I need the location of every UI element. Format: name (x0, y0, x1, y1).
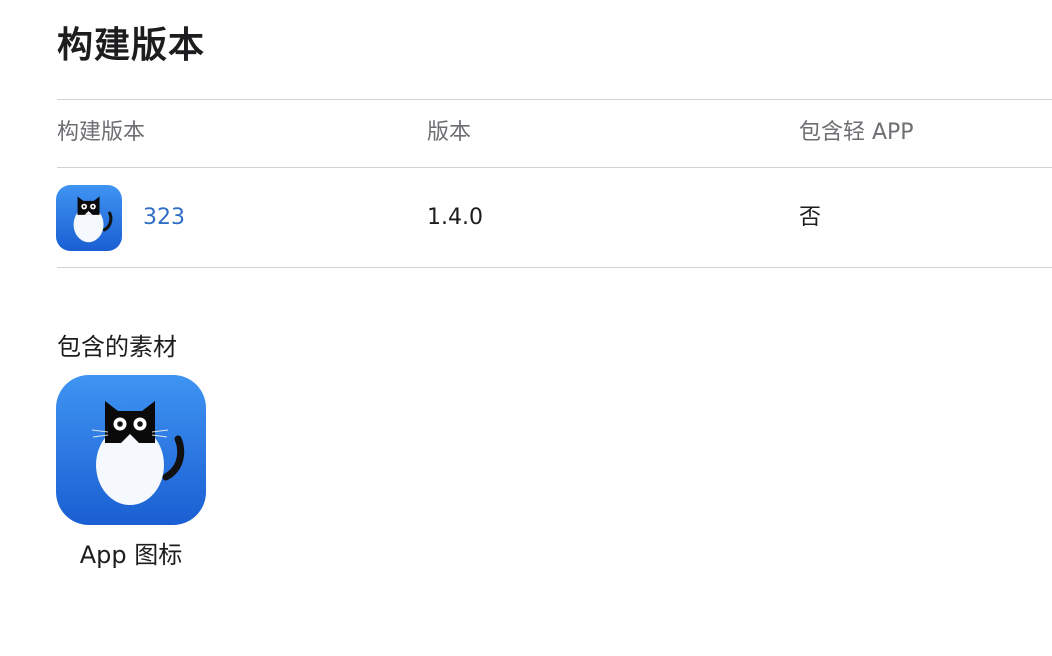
divider-bottom (57, 267, 1052, 268)
page-title: 构建版本 (57, 25, 206, 66)
column-header-build[interactable]: 构建版本 (57, 118, 145, 148)
divider-header (57, 167, 1052, 168)
asset-app-icon[interactable]: App 图标 (56, 375, 206, 571)
app-icon (56, 375, 206, 525)
divider-top (57, 99, 1052, 100)
app-icon (56, 185, 122, 251)
section-title-assets: 包含的素材 (57, 333, 177, 361)
app-clip-cell: 否 (799, 205, 822, 230)
column-header-version[interactable]: 版本 (427, 118, 471, 148)
asset-label: App 图标 (79, 541, 183, 569)
column-header-app-clip[interactable]: 包含轻 APP (799, 118, 914, 148)
build-number-link[interactable]: 323 (143, 203, 185, 233)
version-cell: 1.4.0 (427, 205, 483, 230)
